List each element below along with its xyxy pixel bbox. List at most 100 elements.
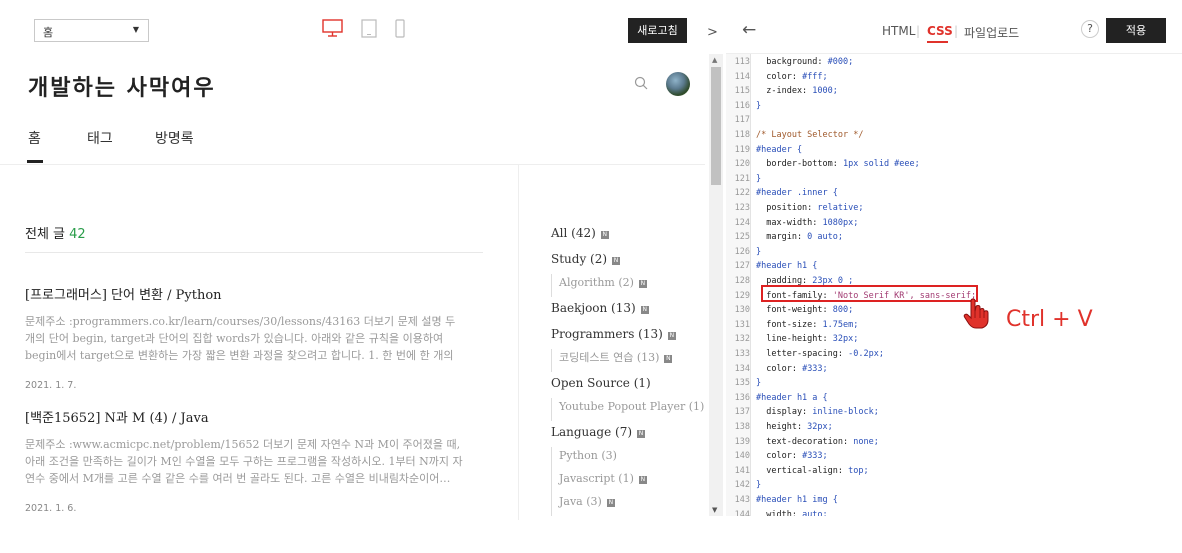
category-label: 코딩테스트 연습 (13) xyxy=(559,351,660,364)
tab-html[interactable]: HTML xyxy=(882,24,915,38)
scroll-down-icon[interactable]: ▼ xyxy=(712,506,717,514)
caret-down-icon: ▼ xyxy=(132,25,139,34)
line-code: } xyxy=(756,173,762,184)
line-code: #header h1 a { xyxy=(756,392,828,403)
category-label: Programmers (13) xyxy=(551,327,663,341)
line-number: 131 xyxy=(734,319,750,330)
layout-select[interactable]: 홈 ▼ xyxy=(34,19,149,42)
tab-css[interactable]: CSS xyxy=(927,24,953,38)
category-label: Study (2) xyxy=(551,252,608,266)
nav-tab-guestbook[interactable]: 방명록 xyxy=(155,128,194,148)
line-number: 129 xyxy=(734,290,750,301)
tab-file-upload[interactable]: 파일업로드 xyxy=(964,24,1019,41)
category-item[interactable]: Algorithm (2) N xyxy=(551,274,701,297)
post-title[interactable]: [백준15652] N과 M (4) / Java xyxy=(25,407,465,426)
category-label: Youtube Popout Player (1) xyxy=(559,400,705,413)
line-number: 121 xyxy=(734,173,750,184)
post-summary[interactable]: 문제주소 :www.acmicpc.net/problem/15652 더보기 … xyxy=(25,436,465,487)
collapse-pane-icon[interactable]: > xyxy=(707,25,718,40)
mobile-icon[interactable] xyxy=(395,19,405,38)
preview-scrollbar[interactable]: ▲ ▼ xyxy=(709,54,723,516)
category-item[interactable]: Study (2) N xyxy=(551,251,701,274)
line-code: } xyxy=(756,246,762,257)
new-badge: N xyxy=(606,499,615,507)
line-code: color: #333; xyxy=(756,451,828,462)
new-badge: N xyxy=(612,257,621,265)
category-list: All (42) N Study (2) N Algorithm (2) N Baekjoo… xyxy=(551,222,705,520)
new-badge: N xyxy=(638,280,647,288)
category-item[interactable]: 코딩테스트 연습 (13) N xyxy=(551,349,701,372)
line-number: 126 xyxy=(734,246,750,257)
layout-select-value: 홈 xyxy=(43,26,54,39)
active-tab-indicator xyxy=(27,160,43,163)
editor-header: ← HTML | CSS | 파일업로드 ? 적용 xyxy=(726,0,1182,54)
category-label: All (42) xyxy=(551,226,596,240)
line-number: 139 xyxy=(734,436,750,447)
blog-title[interactable]: 개발하는 사막여우 xyxy=(28,70,216,102)
post-item[interactable]: [백준15652] N과 M (4) / Java 문제주소 :www.acmi… xyxy=(25,407,465,514)
search-icon[interactable] xyxy=(634,76,648,90)
nav-tab-home[interactable]: 홈 xyxy=(28,128,41,148)
back-arrow-icon[interactable]: ← xyxy=(742,20,756,40)
category-item[interactable]: Python (3) xyxy=(551,447,701,470)
line-code: max-width: 1080px; xyxy=(756,217,859,228)
category-item[interactable]: IDE (2) xyxy=(551,519,701,520)
line-code: } xyxy=(756,480,762,491)
line-code: z-index: 1000; xyxy=(756,86,838,97)
monitor-icon[interactable] xyxy=(322,19,343,37)
line-code: margin: 0 auto; xyxy=(756,232,844,243)
category-label: Language (7) xyxy=(551,425,633,439)
line-code: position: relative; xyxy=(756,203,864,213)
active-tab-indicator xyxy=(927,41,948,43)
sidebar-divider xyxy=(518,165,519,520)
line-number: 124 xyxy=(734,217,750,228)
category-item[interactable]: Open Source (1) xyxy=(551,375,701,398)
line-number: 136 xyxy=(734,392,750,403)
line-number: 134 xyxy=(734,363,750,374)
post-summary[interactable]: 문제주소 :programmers.co.kr/learn/courses/30… xyxy=(25,313,465,364)
post-title[interactable]: [프로그래머스] 단어 변환 / Python xyxy=(25,284,465,303)
apply-button[interactable]: 적용 xyxy=(1106,18,1166,43)
tablet-icon[interactable] xyxy=(361,19,377,38)
line-number: 127 xyxy=(734,261,750,272)
line-number: 142 xyxy=(734,480,750,491)
help-icon[interactable]: ? xyxy=(1081,20,1099,38)
line-code: display: inline-block; xyxy=(756,407,879,418)
preview-toolbar: 홈 ▼ 새로고침 xyxy=(0,0,705,60)
refresh-button[interactable]: 새로고침 xyxy=(628,18,687,43)
category-item[interactable]: Baekjoon (13) N xyxy=(551,300,701,323)
line-code: border-bottom: 1px solid #eee; xyxy=(756,159,920,170)
scroll-thumb[interactable] xyxy=(711,67,721,185)
category-item[interactable]: All (42) N xyxy=(551,225,701,248)
new-badge: N xyxy=(667,332,676,340)
category-item[interactable]: Javascript (1) N xyxy=(551,470,701,493)
line-number: 137 xyxy=(734,407,750,418)
line-code: } xyxy=(756,378,762,389)
post-date: 2021. 1. 6. xyxy=(25,503,77,514)
post-count-value: 42 xyxy=(69,227,86,242)
post-item[interactable]: [프로그래머스] 단어 변환 / Python 문제주소 :programmer… xyxy=(25,284,465,391)
line-code: text-decoration: none; xyxy=(756,436,879,447)
line-number: 128 xyxy=(734,276,750,286)
scroll-up-icon[interactable]: ▲ xyxy=(712,56,717,64)
avatar[interactable] xyxy=(666,72,690,96)
new-badge: N xyxy=(664,355,673,363)
line-code: height: 32px; xyxy=(756,422,833,432)
category-item[interactable]: Java (3) N xyxy=(551,493,701,516)
nav-tab-tag[interactable]: 태그 xyxy=(87,128,113,148)
post-date: 2021. 1. 7. xyxy=(25,380,77,391)
line-code: font-weight: 800; xyxy=(756,305,854,316)
category-label: Baekjoon (13) xyxy=(551,301,636,315)
line-number: 133 xyxy=(734,349,750,359)
category-item[interactable]: Programmers (13) N xyxy=(551,326,701,349)
new-badge: N xyxy=(600,231,609,239)
blog-preview-pane: 홈 ▼ 새로고침 개발하는 사막여우 홈 태그 방명록 전체 글 42 [프로그… xyxy=(0,0,705,520)
category-item[interactable]: Youtube Popout Player (1) xyxy=(551,398,705,421)
line-number: 141 xyxy=(734,465,750,476)
category-item[interactable]: Language (7) N xyxy=(551,424,701,447)
new-badge: N xyxy=(637,430,646,438)
pointer-hand-icon xyxy=(963,298,989,329)
nav-divider xyxy=(0,164,705,165)
line-code: #header { xyxy=(756,144,803,155)
line-number: 123 xyxy=(734,203,750,213)
